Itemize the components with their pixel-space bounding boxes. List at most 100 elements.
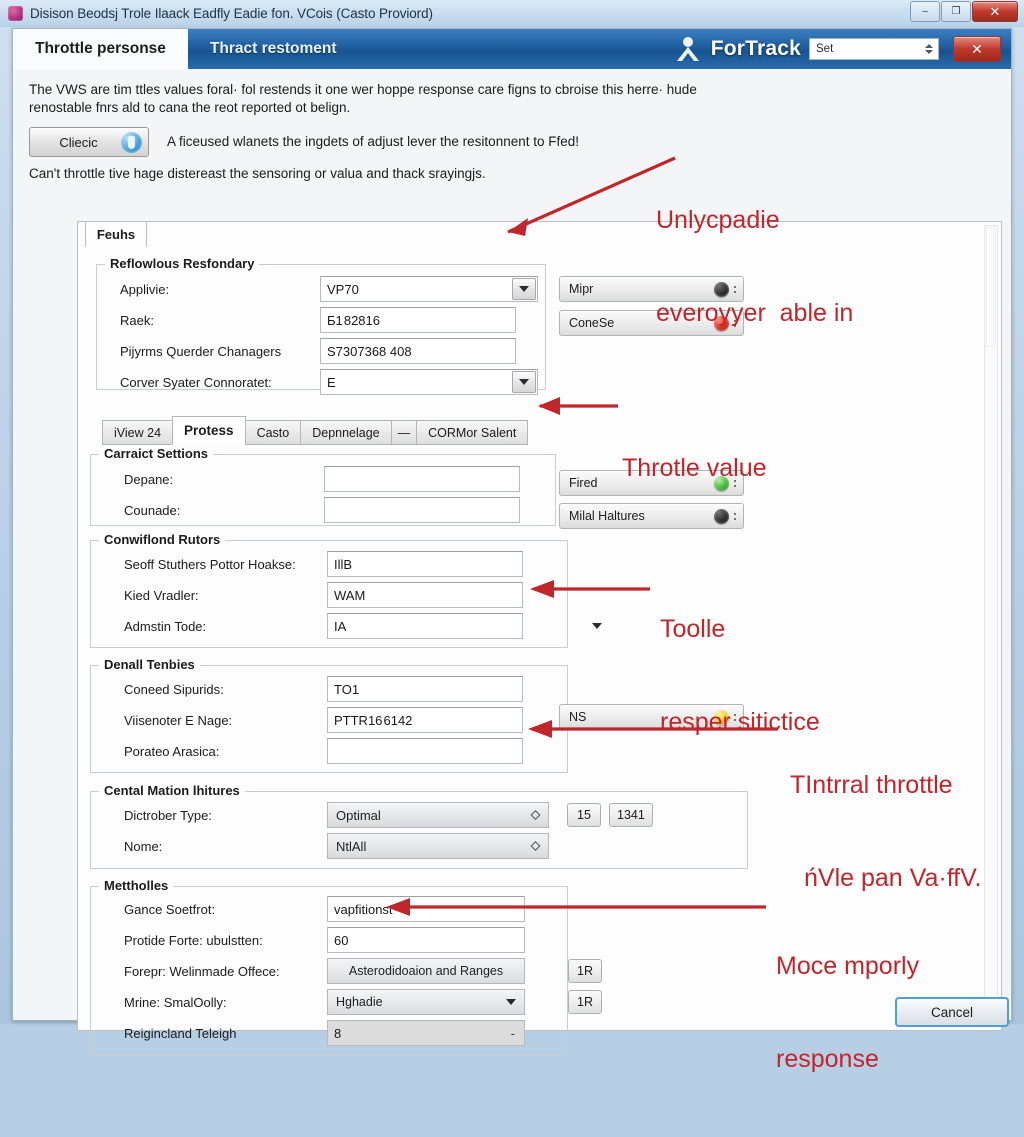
field-raek-input[interactable]: Ƃ1 82816 [320,307,516,333]
dialog-header: Throttle personse Thract restoment ForTr… [13,29,1011,69]
field-depane-input[interactable] [324,466,520,492]
field-mrine-smalolly-label: Mrine: SmalOolly: [124,994,227,1010]
field-coneed-sipurids-input[interactable]: TO1 [327,676,523,702]
chevron-down-icon[interactable] [512,371,536,393]
dialog-close-button[interactable]: ✕ [953,36,1001,62]
cental-side-button-15-label: 15 [577,808,591,822]
field-coneed-sipurids: Coneed Sipurids: TO1 [124,676,584,702]
group-denall-tenbies-title: Denall Tenbies [99,657,200,672]
updown-diamond-icon[interactable] [530,810,541,820]
chevron-down-icon[interactable] [592,623,602,629]
field-forepr-welinmade-value: Asterodidoaion and Ranges [348,964,504,978]
chevron-down-icon[interactable] [506,999,516,1005]
inner-tab-protess[interactable]: Protess [172,416,246,445]
minimize-button[interactable]: – [910,1,940,22]
field-gance-soetfrot-label: Gance Soetfrot: [124,901,216,917]
field-pijyrms-querder-input[interactable]: S7307368 408 [320,338,516,364]
cliecic-button[interactable]: Cliecic [29,127,149,157]
field-viisenoter-enage-input[interactable]: PTTR16 6142 [327,707,523,733]
field-raek-label: Raek: [120,312,154,328]
annotation-1-line1: Unlycpadie [656,206,780,234]
header-set-combo[interactable]: Set [809,38,939,60]
updown-diamond-icon[interactable] [530,841,541,851]
field-raek: Raek: Ƃ1 82816 [120,307,550,333]
brand-title: ForTrack [710,37,801,60]
field-counade-label: Counade: [124,502,181,518]
field-applivie-label: Applivie: [120,281,170,297]
field-seoff-stuthers: Seoff Stuthers Pottor Hoakse: IllB [124,551,584,577]
maximize-button[interactable]: ❐ [941,1,971,22]
group-conwiflond-rutors-title: Conwiflond Rutors [99,532,226,547]
field-counade: Counade: [124,497,564,523]
cental-side-button-1341-label: 1341 [617,808,645,822]
mettholles-side-button-1r-a[interactable]: 1R [568,959,602,983]
annotation-4-line1: TIntrral throttle [790,771,953,799]
field-forepr-welinmade-button[interactable]: Asterodidoaion and Ranges [327,958,525,984]
inner-tab-iview24[interactable]: iView 24 [102,420,174,445]
annotation-arrow-2 [538,397,618,415]
field-kied-vradler-value: WAM [334,587,366,603]
field-reigincland-teleigh-label: Reigincland Teleigh [124,1025,237,1041]
field-protide-forte-input[interactable]: 60 [327,927,525,953]
panel-scrollbar[interactable] [984,225,998,1020]
field-kied-vradler-input[interactable]: WAM [327,582,523,608]
field-protide-forte-label: Protide Forte: ubulstten: [124,932,263,948]
window-controls: – ❐ ✕ [910,1,1018,22]
annotation-arrow-3 [530,580,650,598]
annotation-1-line2: everoyyer able in [656,299,854,327]
field-corver-syater-combo[interactable]: E [320,369,538,395]
chevron-down-icon[interactable] [512,278,536,300]
close-button[interactable]: ✕ [972,1,1018,22]
inner-tab-casto[interactable]: Casto [244,420,302,445]
group-mettholles-title: Mettholles [99,878,174,893]
field-dictrober-type-label: Dictrober Type: [124,807,212,823]
field-corver-syater-label: Corver Syater Connoratet: [120,374,272,390]
annotation-arrow-4 [528,720,778,738]
field-counade-input[interactable] [324,497,520,523]
field-applivie-combo[interactable]: VP70 [320,276,538,302]
content-tab-feuhs[interactable]: Feuhs [85,221,147,247]
annotation-1: Unlycpadie everoyyer able in [656,143,853,391]
cliecic-button-label: Cliecic [59,134,98,150]
group-carraict-settions-title: Carraict Settions [99,446,214,461]
field-corver-syater-value: E [327,374,336,390]
field-porateo-arasica-label: Porateo Arasica: [124,743,220,759]
content-tab-feuhs-label: Feuhs [96,227,136,242]
annotation-2: Throtle value [622,391,767,546]
person-icon [673,34,703,64]
inner-tab-cormor-salent[interactable]: CORMor Salent [416,420,529,445]
field-dictrober-type-dropdown[interactable]: Optimal [327,802,549,828]
field-mrine-smalolly-dropdown[interactable]: Hghadie [327,989,525,1015]
annotation-5-line1: Moсe mporly [776,952,920,980]
cental-side-button-15[interactable]: 15 [567,803,601,827]
field-viisenoter-enage-label: Viisenoter E Nage: [124,712,233,728]
field-pijyrms-querder-label: Pijyrms Querder Chanagers [120,343,282,359]
mettholles-side-button-1r-b[interactable]: 1R [568,990,602,1014]
cental-side-button-1341[interactable]: 1341 [609,803,653,827]
field-porateo-arasica-input[interactable] [327,738,523,764]
field-coneed-sipurids-value: TO1 [334,681,360,697]
tab-thract-restoment-label: Thract restoment [209,40,337,57]
group-cental-mation-title: Cental Mation lhitures [99,783,245,798]
field-applivie-value: VP70 [327,281,359,297]
field-seoff-stuthers-input[interactable]: IllB [327,551,523,577]
field-nome-dropdown[interactable]: NtlAll [327,833,549,859]
inner-tab-depnnelage[interactable]: Depnnelage [300,420,392,445]
tab-throttle-personse[interactable]: Throttle personse [13,29,188,69]
field-forepr-welinmade: Forepr: Welinmade Offece: Asterodidoaion… [124,958,584,984]
inner-tab-separator[interactable]: — [390,420,418,445]
field-viisenoter-enage-value: PTTR16 6142 [334,712,413,728]
spinner-arrows-icon[interactable] [925,44,933,54]
field-admstin-tode-value: IA [334,618,347,634]
tab-thract-restoment[interactable]: Thract restoment [188,29,359,69]
field-applivie: Applivie: VP70 [120,276,550,302]
field-seoff-stuthers-value: IllB [334,556,353,572]
outer-window-title: Disison Beodsj Trole Ilaack Eadfly Eadie… [30,6,433,21]
panel-scroll-thumb[interactable] [986,227,996,347]
app-icon [8,6,23,21]
inner-tabstrip: iView 24 Protess Casto Depnnelage — CORM… [102,416,529,445]
header-set-combo-value: Set [816,43,834,55]
field-nome: Nome: NtlAll [124,833,684,859]
field-protide-forte-value: 60 [334,932,349,948]
field-admstin-tode-combo[interactable]: IA [327,613,523,639]
